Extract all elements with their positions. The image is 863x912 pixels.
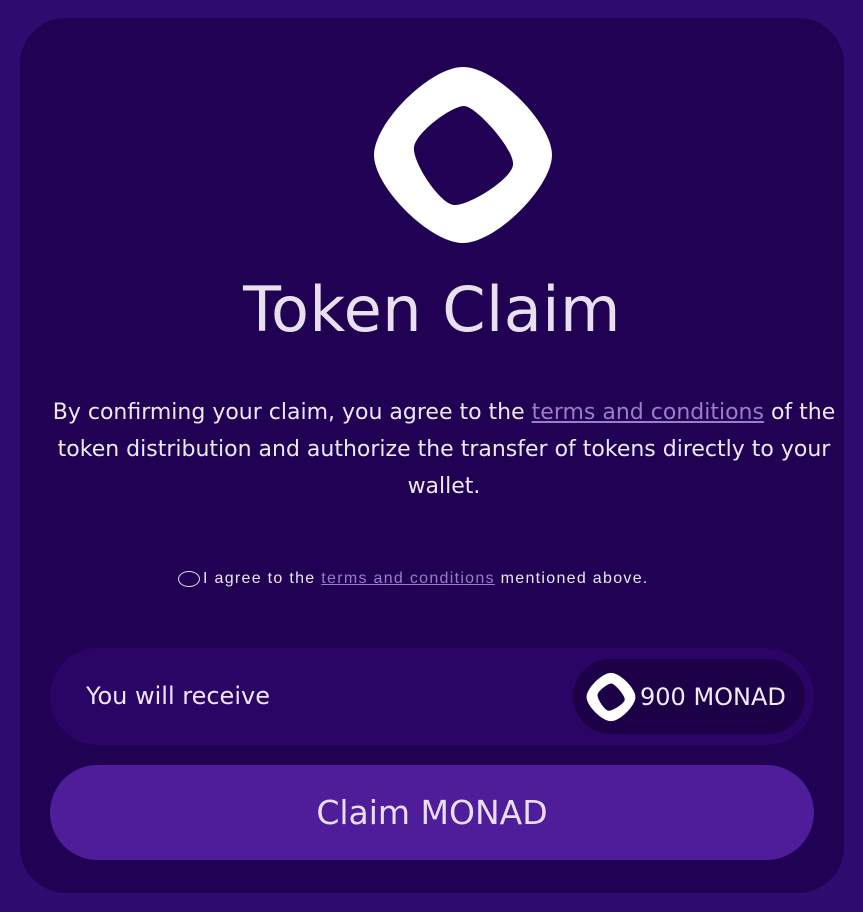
agreement-terms-link[interactable]: terms and conditions bbox=[321, 570, 495, 588]
claim-description: By confirming your claim, you agree to t… bbox=[44, 394, 844, 505]
terms-link[interactable]: terms and conditions bbox=[532, 400, 764, 425]
claim-card: Token Claim By confirming your claim, yo… bbox=[20, 18, 844, 893]
agreement-row: I agree to the terms and conditions ment… bbox=[178, 566, 649, 592]
agreement-text-start: I agree to the bbox=[203, 570, 316, 587]
receive-panel: You will receive 900 MONAD bbox=[50, 648, 814, 745]
claim-button[interactable]: Claim MONAD bbox=[50, 765, 814, 860]
amount-badge: 900 MONAD bbox=[573, 659, 805, 734]
page-title: Token Claim bbox=[243, 273, 621, 346]
description-text-start: By confirming your claim, you agree to t… bbox=[52, 400, 532, 425]
receive-label: You will receive bbox=[86, 682, 270, 710]
monad-token-icon bbox=[586, 672, 636, 721]
agreement-text-end: mentioned above. bbox=[500, 570, 649, 587]
agree-checkbox[interactable] bbox=[178, 571, 200, 587]
monad-logo-icon bbox=[374, 67, 552, 243]
receive-amount: 900 MONAD bbox=[640, 682, 786, 711]
